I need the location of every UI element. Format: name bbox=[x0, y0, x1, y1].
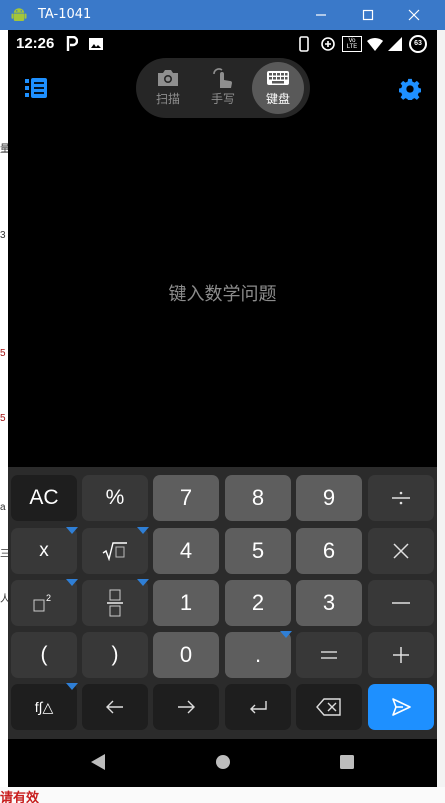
mode-scan[interactable]: 扫描 bbox=[142, 62, 194, 114]
volte-icon: Vo LTE bbox=[342, 36, 362, 52]
phone-device-icon bbox=[299, 36, 309, 52]
key-plus[interactable] bbox=[368, 632, 434, 678]
key-5[interactable]: 5 bbox=[225, 528, 291, 574]
square-root-icon bbox=[102, 542, 127, 561]
key-cursor-left[interactable] bbox=[82, 684, 148, 730]
close-icon bbox=[408, 9, 420, 21]
parking-icon bbox=[66, 36, 78, 51]
input-mode-switcher: 扫描 手写 键盘 bbox=[136, 58, 310, 118]
wifi-icon bbox=[367, 37, 383, 51]
close-button[interactable] bbox=[391, 0, 437, 30]
key-4[interactable]: 4 bbox=[153, 528, 219, 574]
status-time: 12:26 bbox=[16, 35, 55, 52]
divide-icon bbox=[392, 491, 410, 505]
enter-icon bbox=[250, 701, 267, 714]
key-enter[interactable] bbox=[225, 684, 291, 730]
key-variable-x[interactable]: x bbox=[11, 527, 78, 574]
more-options-indicator bbox=[66, 579, 78, 586]
phone-screen: 12:26 Vo LTE 63 扫描 手写 键盘 键入数学问题 AC % 7 8… bbox=[8, 30, 437, 787]
mode-label: 手写 bbox=[210, 92, 235, 106]
key-label: x bbox=[39, 540, 49, 561]
key-label: f∫△ bbox=[34, 698, 54, 715]
background-window-bottom-edge: 请有效 bbox=[0, 787, 445, 803]
more-options-indicator bbox=[137, 579, 149, 586]
battery-icon: 63 bbox=[409, 35, 427, 53]
send-icon bbox=[392, 698, 411, 716]
window-titlebar[interactable]: TA-1041 bbox=[0, 0, 445, 30]
key-fraction[interactable] bbox=[82, 579, 149, 626]
more-options-indicator bbox=[280, 631, 292, 638]
plus-icon bbox=[393, 647, 409, 663]
keyboard-icon bbox=[267, 71, 289, 85]
mode-label: 键盘 bbox=[265, 92, 290, 106]
key-3[interactable]: 3 bbox=[296, 580, 362, 626]
key-cursor-right[interactable] bbox=[153, 684, 219, 730]
background-window-left-edge: 量 3 5 5 a 三 人 bbox=[0, 30, 8, 787]
background-window-right-edge bbox=[437, 30, 445, 787]
minimize-icon bbox=[316, 14, 326, 16]
key-0[interactable]: 0 bbox=[153, 632, 219, 678]
camera-icon bbox=[158, 70, 178, 86]
home-icon[interactable] bbox=[215, 753, 231, 771]
key-ac[interactable]: AC bbox=[11, 475, 77, 521]
more-options-indicator bbox=[66, 683, 78, 690]
window-title: TA-1041 bbox=[38, 7, 92, 22]
math-keypad: AC % 7 8 9 x 4 5 6 2 1 2 3 () 0 . f∫△ bbox=[8, 467, 437, 739]
gear-icon[interactable] bbox=[399, 78, 421, 100]
key-8[interactable]: 8 bbox=[225, 475, 291, 521]
backspace-icon bbox=[316, 698, 341, 716]
key-open-paren[interactable]: ( bbox=[11, 632, 77, 678]
key-functions[interactable]: f∫△ bbox=[11, 683, 78, 730]
android-nav-bar bbox=[8, 739, 437, 787]
history-list-icon[interactable] bbox=[25, 78, 47, 98]
svg-text:2: 2 bbox=[46, 593, 51, 603]
equals-icon bbox=[321, 651, 337, 659]
more-options-indicator bbox=[137, 527, 149, 534]
arrow-right-icon bbox=[178, 700, 195, 714]
background-text-fragment: 请有效 bbox=[0, 790, 40, 803]
signal-icon bbox=[388, 37, 402, 51]
hand-write-icon bbox=[213, 68, 232, 88]
square-power-icon: 2 bbox=[33, 593, 51, 612]
maximize-button[interactable] bbox=[345, 0, 391, 30]
maximize-icon bbox=[362, 9, 374, 21]
recents-icon[interactable] bbox=[339, 753, 355, 771]
key-divide[interactable] bbox=[368, 475, 434, 521]
minus-icon bbox=[392, 602, 410, 604]
key-2[interactable]: 2 bbox=[225, 580, 291, 626]
key-9[interactable]: 9 bbox=[296, 475, 362, 521]
key-minus[interactable] bbox=[368, 580, 434, 626]
key-backspace[interactable] bbox=[296, 684, 362, 730]
key-solve[interactable] bbox=[368, 684, 434, 730]
data-saver-icon bbox=[321, 37, 335, 51]
key-7[interactable]: 7 bbox=[153, 475, 219, 521]
key-square-root[interactable] bbox=[82, 527, 149, 574]
mode-handwrite[interactable]: 手写 bbox=[197, 62, 249, 114]
key-multiply[interactable] bbox=[368, 528, 434, 574]
key-square[interactable]: 2 bbox=[11, 579, 78, 626]
multiply-icon bbox=[393, 543, 409, 559]
key-percent[interactable]: % bbox=[82, 475, 148, 521]
key-equals[interactable] bbox=[296, 632, 362, 678]
back-icon[interactable] bbox=[90, 753, 106, 771]
minimize-button[interactable] bbox=[298, 0, 344, 30]
fraction-icon bbox=[107, 589, 123, 617]
more-options-indicator bbox=[66, 527, 78, 534]
key-1[interactable]: 1 bbox=[153, 580, 219, 626]
image-icon bbox=[89, 38, 103, 50]
key-close-paren[interactable]: ) bbox=[82, 632, 148, 678]
status-bar: 12:26 Vo LTE 63 bbox=[8, 30, 437, 58]
math-input-placeholder[interactable]: 键入数学问题 bbox=[8, 280, 437, 306]
key-6[interactable]: 6 bbox=[296, 528, 362, 574]
arrow-left-icon bbox=[106, 700, 123, 714]
android-icon bbox=[11, 8, 27, 21]
key-decimal-point[interactable]: . bbox=[225, 631, 292, 678]
mode-label: 扫描 bbox=[155, 92, 180, 106]
mode-keyboard[interactable]: 键盘 bbox=[252, 62, 304, 114]
key-label: . bbox=[254, 642, 262, 667]
